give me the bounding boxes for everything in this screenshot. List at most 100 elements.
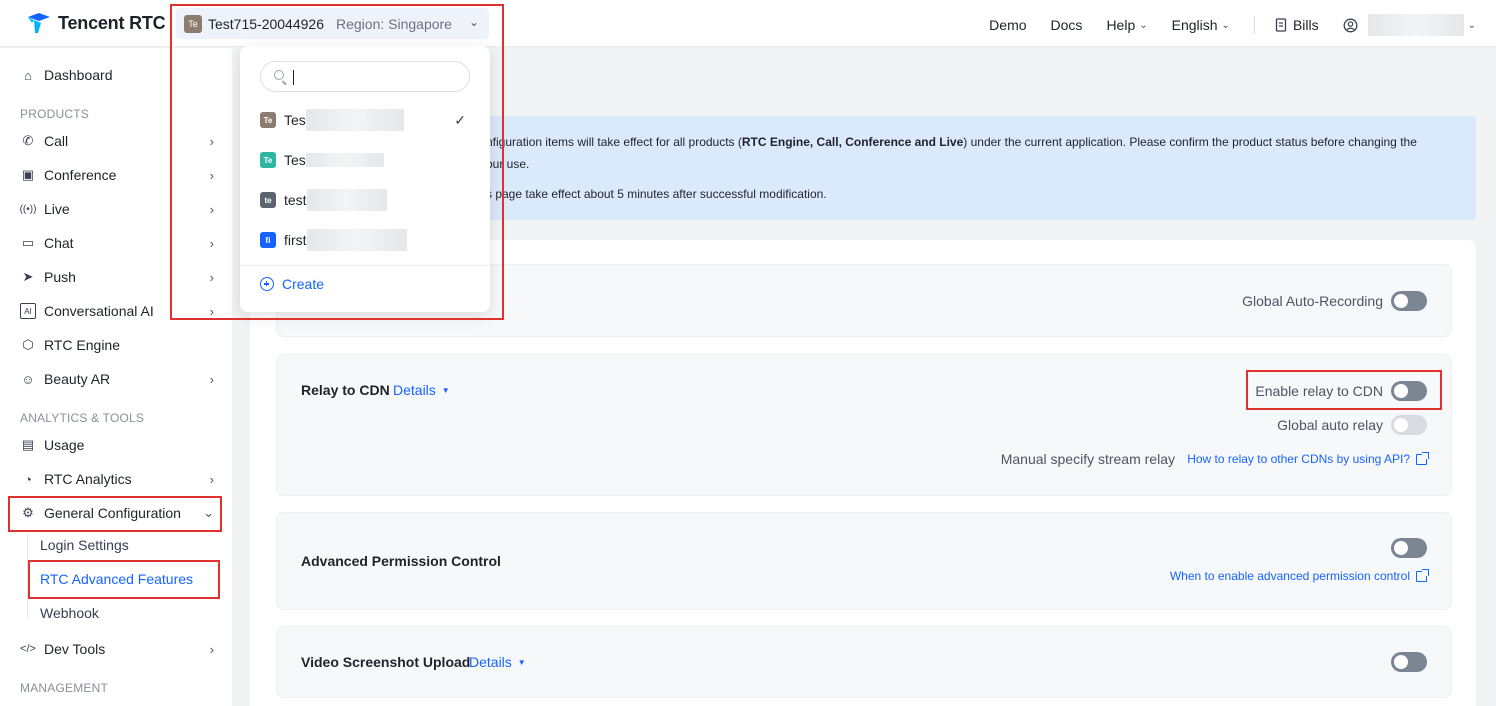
home-icon: ⌂ — [24, 67, 32, 83]
app-option-badge: te — [260, 192, 276, 208]
account-menu[interactable]: ⌄ — [1343, 14, 1476, 36]
app-option[interactable]: fi first — [260, 229, 480, 251]
nav-help[interactable]: Help ⌄ — [1106, 17, 1147, 33]
nav-language[interactable]: English ⌄ — [1172, 17, 1230, 33]
app-option-label: Tes — [284, 152, 306, 168]
screenshot-details-toggle[interactable]: Details ▼ — [469, 654, 526, 670]
chat-icon: ▭ — [21, 235, 35, 250]
sidebar-item-label: Beauty AR — [44, 371, 111, 387]
screenshot-title: Video Screenshot Upload — [301, 654, 471, 670]
cube-icon: ⬡ — [22, 337, 34, 352]
broadcast-icon: ((•)) — [19, 203, 37, 215]
enable-relay-label: Enable relay to CDN — [1255, 383, 1383, 399]
sidebar-item-chat[interactable]: ▭ Chat › — [20, 231, 214, 255]
sidebar-item-rtc-analytics[interactable]: ◔ RTC Analytics › — [20, 467, 214, 491]
app-search-input[interactable] — [260, 61, 470, 92]
sidebar-item-live[interactable]: ((•)) Live › — [20, 197, 214, 221]
permission-help-link[interactable]: When to enable advanced permission contr… — [1170, 568, 1429, 583]
sidebar-item-rtc-engine[interactable]: ⬡ RTC Engine — [20, 333, 214, 357]
redacted-text — [306, 229, 407, 251]
chevron-down-icon: ⌄ — [1221, 19, 1230, 31]
section-management: MANAGEMENT — [20, 681, 109, 695]
notice-line-1: nfiguration items will take effect for a… — [486, 135, 1417, 149]
create-label: Create — [282, 276, 325, 292]
nav-bills-label: Bills — [1292, 17, 1319, 33]
app-option[interactable]: te test — [260, 189, 480, 211]
sidebar-item-beauty-ar[interactable]: ☺ Beauty AR › — [20, 367, 214, 391]
top-nav: Demo Docs Help ⌄ English ⌄ Bills ⌄ — [989, 14, 1496, 36]
nav-demo[interactable]: Demo — [989, 17, 1026, 33]
user-icon — [1343, 18, 1358, 32]
sidebar-item-rtc-advanced-features[interactable]: RTC Advanced Features — [40, 571, 193, 587]
chevron-right-icon: › — [209, 167, 214, 183]
check-icon: ✓ — [454, 111, 466, 128]
notice-line-3: s page take effect about 5 minutes after… — [486, 187, 827, 201]
sidebar-item-webhook[interactable]: Webhook — [40, 605, 99, 621]
relay-api-link[interactable]: How to relay to other CDNs by using API? — [1187, 451, 1429, 466]
sidebar-item-usage[interactable]: ▤ Usage — [20, 433, 214, 457]
sidebar-item-general-configuration[interactable]: ⚙ General Configuration ⌄ — [20, 501, 214, 525]
app-switcher[interactable]: Te Test715-20044926 Region: Singapore ⌄ — [176, 8, 489, 39]
caret-down-icon: ▼ — [517, 657, 526, 667]
bills-icon — [1275, 17, 1287, 32]
permission-toggle[interactable] — [1391, 538, 1427, 558]
divider — [240, 265, 490, 266]
nav-bills[interactable]: Bills — [1275, 17, 1319, 33]
sidebar-item-dashboard[interactable]: ⌂ Dashboard — [20, 63, 214, 87]
chevron-down-icon: ⌄ — [1467, 19, 1476, 31]
send-icon: ➤ — [22, 269, 34, 284]
conference-icon: ▣ — [21, 167, 35, 182]
global-auto-recording-label: Global Auto-Recording — [1242, 293, 1383, 309]
caret-down-icon: ▼ — [441, 385, 450, 395]
external-link-icon — [1416, 451, 1429, 465]
sidebar-item-label: Dashboard — [44, 67, 113, 83]
nav-docs[interactable]: Docs — [1051, 17, 1083, 33]
sidebar-item-label: Dev Tools — [44, 641, 106, 657]
permission-card: Advanced Permission Control When to enab… — [276, 512, 1452, 610]
chevron-right-icon: › — [209, 269, 214, 285]
sidebar-item-push[interactable]: ➤ Push › — [20, 265, 214, 289]
sidebar-item-label: Conference — [44, 167, 117, 183]
relay-api-link-label: How to relay to other CDNs by using API? — [1187, 452, 1410, 466]
text-caret — [293, 70, 294, 85]
chevron-right-icon: › — [209, 133, 214, 149]
sidebar-item-label: Usage — [44, 437, 85, 453]
screenshot-card: Video Screenshot Upload Details ▼ — [276, 626, 1452, 698]
redacted-text — [306, 189, 387, 211]
sidebar-item-label: Live — [44, 201, 70, 217]
permission-title: Advanced Permission Control — [301, 553, 501, 569]
sidebar-item-dev-tools[interactable]: </> Dev Tools › — [20, 637, 214, 661]
create-app-button[interactable]: Create — [260, 276, 324, 292]
section-products: PRODUCTS — [20, 107, 89, 121]
sidebar-item-conversational-ai[interactable]: AI Conversational AI › — [20, 299, 214, 323]
sidebar-item-label: General Configuration — [44, 505, 181, 521]
app-option[interactable]: Te Tes ✓ — [260, 109, 480, 131]
relay-details-toggle[interactable]: Details ▼ — [393, 382, 450, 398]
app-badge: Te — [184, 14, 202, 33]
phone-icon: ✆ — [22, 133, 34, 148]
details-label: Details — [393, 382, 436, 398]
app-option-badge: fi — [260, 232, 276, 248]
smile-icon: ☺ — [21, 371, 35, 387]
redacted-text — [305, 109, 404, 131]
sidebar-item-conference[interactable]: ▣ Conference › — [20, 163, 214, 187]
enable-relay-toggle[interactable] — [1391, 381, 1427, 401]
notice-text: ) under the current application. Please … — [963, 135, 1417, 149]
app-option-label: Tes — [284, 112, 306, 128]
logo[interactable]: Tencent RTC — [26, 11, 166, 35]
global-auto-recording-toggle[interactable] — [1391, 291, 1427, 311]
app-option[interactable]: Te Tes — [260, 149, 480, 171]
sidebar-item-label: RTC Analytics — [44, 471, 132, 487]
search-icon — [274, 70, 284, 80]
account-name-redacted — [1367, 14, 1464, 36]
sidebar-item-call[interactable]: ✆ Call › — [20, 129, 214, 153]
sidebar-item-login-settings[interactable]: Login Settings — [40, 537, 129, 553]
gauge-icon: ◔ — [24, 471, 32, 487]
chevron-right-icon: › — [209, 303, 214, 319]
gear-icon: ⚙ — [22, 505, 34, 520]
app-option-label: test — [284, 192, 307, 208]
global-auto-relay-toggle[interactable] — [1391, 415, 1427, 435]
divider — [1253, 16, 1255, 34]
submenu-line — [27, 534, 28, 618]
screenshot-toggle[interactable] — [1391, 652, 1427, 672]
